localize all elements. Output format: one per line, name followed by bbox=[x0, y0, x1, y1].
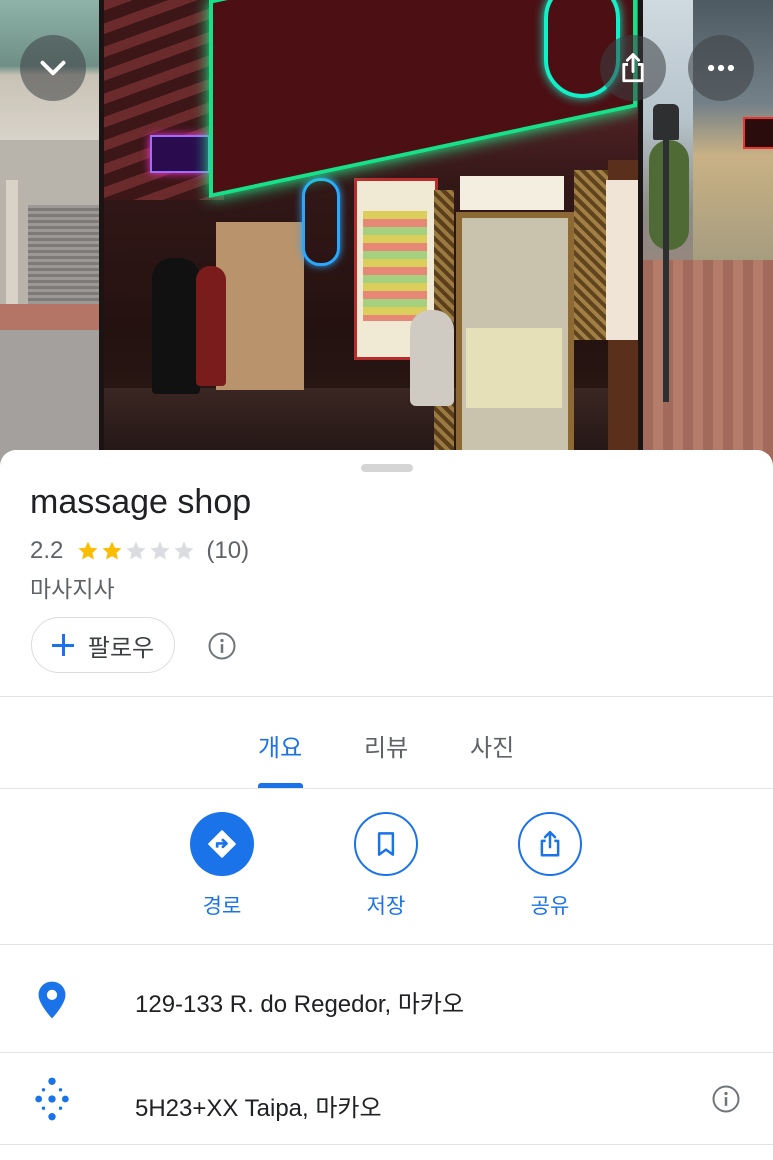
save-button-circle bbox=[354, 812, 418, 876]
tab-photos[interactable]: 사진 bbox=[470, 728, 514, 763]
share-label: 공유 bbox=[530, 895, 570, 918]
follow-button-label: 팔로우 bbox=[87, 634, 155, 662]
divider bbox=[0, 944, 773, 945]
save-label: 저장 bbox=[366, 895, 406, 918]
save-button[interactable]: 저장 bbox=[341, 812, 431, 920]
drag-handle[interactable] bbox=[361, 464, 413, 472]
review-count: (10) bbox=[206, 537, 250, 564]
share-icon bbox=[540, 830, 560, 857]
place-title: massage shop bbox=[30, 483, 252, 521]
divider bbox=[0, 1144, 773, 1145]
follow-button[interactable]: 팔로우 bbox=[31, 617, 175, 673]
photo-red-sign bbox=[743, 117, 773, 149]
directions-icon bbox=[208, 830, 236, 858]
directions-button[interactable]: 경로 bbox=[177, 812, 267, 920]
share-icon bbox=[622, 53, 644, 83]
share-button[interactable]: 공유 bbox=[505, 812, 595, 920]
divider bbox=[0, 1052, 773, 1053]
place-details-sheet: massage shop 2.2 (10) 마사지사 팔로우 개요 리뷰 사진 bbox=[0, 450, 773, 1152]
info-icon[interactable] bbox=[711, 1084, 741, 1114]
address-text: 129-133 R. do Regedor, 마카오 bbox=[135, 991, 465, 1018]
rating-value: 2.2 bbox=[30, 537, 64, 564]
star-filled-icon bbox=[102, 541, 122, 560]
chevron-down-icon bbox=[40, 60, 66, 76]
tab-bar: 개요 리뷰 사진 bbox=[0, 698, 773, 788]
photo-side-sign bbox=[606, 160, 638, 460]
directions-button-circle bbox=[190, 812, 254, 876]
photo-wall-panel bbox=[216, 222, 304, 390]
photo-door bbox=[456, 212, 574, 456]
share-button-top[interactable] bbox=[600, 35, 666, 101]
photo-statue bbox=[410, 310, 454, 406]
photo-kerb bbox=[0, 304, 99, 330]
plus-icon bbox=[51, 634, 74, 656]
plus-code-icon bbox=[35, 1077, 69, 1121]
star-empty-icon bbox=[174, 541, 194, 560]
star-empty-icon bbox=[126, 541, 146, 560]
bookmark-icon bbox=[377, 832, 395, 856]
photo-door-sign bbox=[460, 176, 564, 210]
more-options-button[interactable] bbox=[688, 35, 754, 101]
photo-shutter bbox=[28, 205, 99, 305]
photo-carousel[interactable] bbox=[0, 0, 773, 470]
photo-lamp-head bbox=[653, 104, 679, 140]
star-filled-icon bbox=[78, 541, 98, 560]
photo-neon-ring bbox=[302, 178, 340, 266]
address-row[interactable]: 129-133 R. do Regedor, 마카오 bbox=[0, 946, 773, 1052]
star-empty-icon bbox=[150, 541, 170, 560]
share-button-circle bbox=[518, 812, 582, 876]
directions-label: 경로 bbox=[202, 895, 242, 918]
collapse-button[interactable] bbox=[20, 35, 86, 101]
photo-person bbox=[196, 266, 226, 386]
tab-reviews[interactable]: 리뷰 bbox=[364, 728, 408, 763]
info-icon bbox=[208, 632, 236, 660]
plus-code-text: 5H23+XX Taipa, 마카오 bbox=[135, 1095, 382, 1122]
location-pin-icon bbox=[38, 981, 66, 1019]
divider bbox=[0, 696, 773, 697]
photo-person bbox=[152, 258, 200, 394]
action-bar: 경로 저장 공유 bbox=[0, 788, 773, 944]
photo-road bbox=[0, 330, 99, 470]
rating-row[interactable]: 2.2 (10) bbox=[30, 536, 249, 566]
rating-stars bbox=[77, 540, 197, 562]
photo-lamp-post bbox=[663, 112, 669, 402]
info-button[interactable] bbox=[207, 631, 237, 666]
more-horiz-icon bbox=[707, 64, 735, 72]
photo-small-neon-sign bbox=[150, 135, 210, 173]
tab-overview[interactable]: 개요 bbox=[258, 728, 302, 763]
photo-tree bbox=[649, 140, 689, 250]
place-photo-2[interactable] bbox=[104, 0, 638, 470]
place-category: 마사지사 bbox=[30, 576, 115, 602]
photo-lattice bbox=[574, 170, 608, 340]
